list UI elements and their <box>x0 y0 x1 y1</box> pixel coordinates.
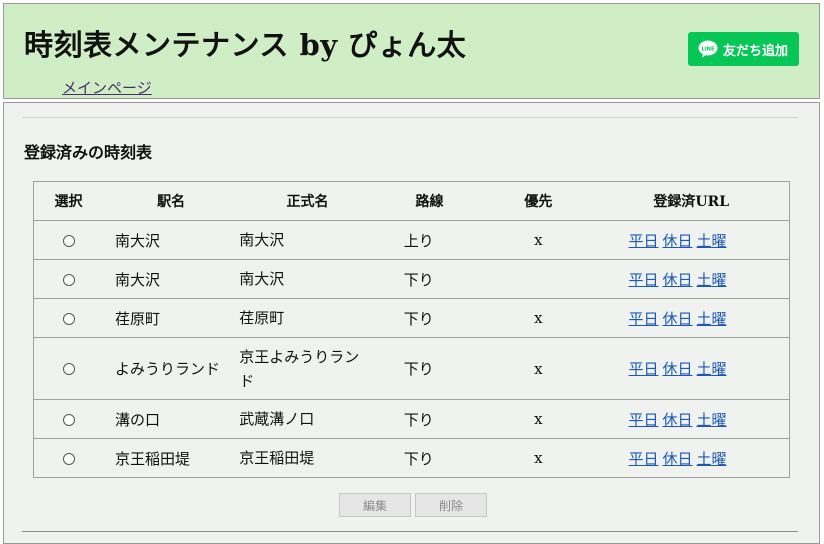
delete-button[interactable]: 削除 <box>415 493 487 517</box>
url-weekday-link[interactable]: 平日 <box>629 450 659 468</box>
title-author: ぴょん太 <box>348 28 467 62</box>
formal-name: 南大沢 <box>239 259 376 299</box>
page-header: 時刻表メンテナンス by ぴょん太 メインページ LINE 友だち追加 <box>3 3 820 99</box>
priority-mark: x <box>483 399 594 439</box>
select-radio[interactable] <box>62 452 75 465</box>
url-saturday-link[interactable]: 土曜 <box>697 450 727 468</box>
select-radio[interactable] <box>62 312 75 325</box>
station-name: 南大沢 <box>103 220 240 260</box>
section-title: 登録済みの時刻表 <box>24 143 153 162</box>
priority-mark: x <box>483 337 594 400</box>
station-name: よみうりランド <box>103 337 240 400</box>
header-priority: 優先 <box>483 181 594 221</box>
station-name: 南大沢 <box>103 259 240 299</box>
url-holiday-link[interactable]: 休日 <box>663 360 693 378</box>
url-holiday-link[interactable]: 休日 <box>663 310 693 328</box>
url-holiday-link[interactable]: 休日 <box>663 450 693 468</box>
header-select: 選択 <box>33 181 104 221</box>
url-saturday-link[interactable]: 土曜 <box>697 411 727 429</box>
edit-button[interactable]: 編集 <box>339 493 411 517</box>
title-main: 時刻表メンテナンス <box>24 28 289 62</box>
divider-bottom <box>22 531 798 532</box>
station-name: 京王稲田堤 <box>103 438 240 478</box>
priority-mark: x <box>483 298 594 338</box>
title-by: by <box>299 28 338 62</box>
line-direction: 下り <box>375 298 484 338</box>
table-row: 溝の口 武蔵溝ノ口 下り x 平日 休日 土曜 <box>33 399 790 439</box>
table-header-row: 選択 駅名 正式名 路線 優先 登録済URL <box>33 181 790 221</box>
url-saturday-link[interactable]: 土曜 <box>697 232 727 250</box>
select-radio[interactable] <box>62 273 75 286</box>
header-line: 路線 <box>375 181 484 221</box>
line-icon-text: LINE <box>701 47 715 53</box>
priority-mark: x <box>483 220 594 260</box>
select-radio[interactable] <box>62 363 75 375</box>
url-saturday-link[interactable]: 土曜 <box>697 360 727 378</box>
url-weekday-link[interactable]: 平日 <box>629 271 659 289</box>
table-row: 荏原町 荏原町 下り x 平日 休日 土曜 <box>33 298 790 338</box>
header-formal: 正式名 <box>239 181 376 221</box>
table-row: 南大沢 南大沢 下り 平日 休日 土曜 <box>33 259 790 299</box>
divider-top <box>22 117 798 118</box>
url-holiday-link[interactable]: 休日 <box>663 232 693 250</box>
url-holiday-link[interactable]: 休日 <box>663 411 693 429</box>
priority-mark <box>483 259 594 299</box>
station-name: 溝の口 <box>103 399 240 439</box>
formal-name: 南大沢 <box>239 220 376 260</box>
main-page-link[interactable]: メインページ <box>62 77 152 98</box>
url-weekday-link[interactable]: 平日 <box>629 232 659 250</box>
url-weekday-link[interactable]: 平日 <box>629 411 659 429</box>
url-saturday-link[interactable]: 土曜 <box>697 310 727 328</box>
formal-name: 荏原町 <box>239 298 376 338</box>
line-direction: 上り <box>375 220 484 260</box>
page-title: 時刻表メンテナンス by ぴょん太 <box>24 22 466 64</box>
line-direction: 下り <box>375 438 484 478</box>
line-button-label: 友だち追加 <box>723 43 789 59</box>
line-direction: 下り <box>375 337 484 400</box>
formal-name: 京王よみうりランド <box>239 337 376 400</box>
url-weekday-link[interactable]: 平日 <box>629 360 659 378</box>
formal-name: 武蔵溝ノ口 <box>239 399 376 439</box>
select-radio[interactable] <box>62 234 75 247</box>
table-row: 南大沢 南大沢 上り x 平日 休日 土曜 <box>33 220 790 260</box>
line-direction: 下り <box>375 399 484 439</box>
priority-mark: x <box>483 438 594 478</box>
select-radio[interactable] <box>62 413 75 426</box>
url-saturday-link[interactable]: 土曜 <box>697 271 727 289</box>
content-panel: 登録済みの時刻表 選択 駅名 正式名 路線 優先 登録済URL 南大沢 南大沢 … <box>3 102 820 544</box>
line-direction: 下り <box>375 259 484 299</box>
header-station: 駅名 <box>103 181 240 221</box>
url-holiday-link[interactable]: 休日 <box>663 271 693 289</box>
action-buttons: 編集 削除 <box>339 493 487 517</box>
line-icon: LINE <box>698 40 718 58</box>
formal-name: 京王稲田堤 <box>239 438 376 478</box>
table-row: 京王稲田堤 京王稲田堤 下り x 平日 休日 土曜 <box>33 438 790 478</box>
station-name: 荏原町 <box>103 298 240 338</box>
timetable-table: 選択 駅名 正式名 路線 優先 登録済URL 南大沢 南大沢 上り x 平日 休日… <box>33 181 790 478</box>
url-weekday-link[interactable]: 平日 <box>629 310 659 328</box>
table-row: よみうりランド 京王よみうりランド 下り x 平日 休日 土曜 <box>33 337 790 400</box>
header-url: 登録済URL <box>593 181 790 221</box>
line-add-friend-button[interactable]: LINE 友だち追加 <box>688 32 799 66</box>
